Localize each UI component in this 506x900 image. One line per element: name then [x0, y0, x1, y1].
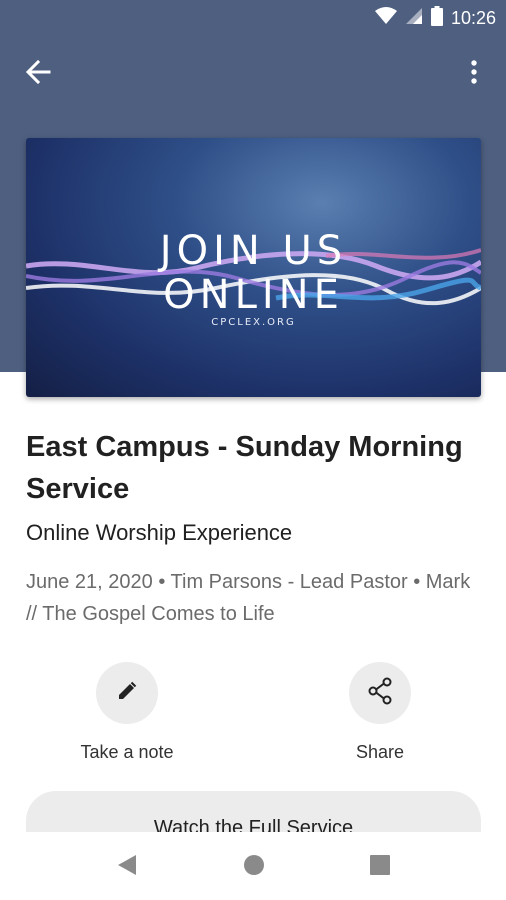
status-time: 10:26 [450, 7, 496, 28]
banner-url: CPCLEX.ORG [211, 317, 296, 328]
status-icons: 10:26 [374, 5, 496, 31]
nav-back-button[interactable] [112, 852, 142, 882]
share-button[interactable] [349, 662, 411, 724]
signal-icon [405, 7, 423, 30]
system-nav-bar [0, 832, 506, 900]
service-title: East Campus - Sunday Morning Service [26, 431, 463, 505]
service-banner-image[interactable]: JOIN US ONLINE CPCLEX.ORG [26, 138, 481, 397]
nav-home-icon [242, 853, 266, 882]
status-bar: 10:26 [0, 0, 506, 36]
more-vert-icon [470, 59, 478, 90]
wifi-icon [374, 6, 397, 30]
take-note-label: Take a note [80, 742, 174, 762]
arrow-back-icon [25, 59, 51, 90]
banner-text-line1: JOIN US [159, 228, 348, 274]
nav-recent-button[interactable] [365, 852, 395, 882]
app-bar [0, 44, 506, 104]
banner-text-line2: ONLINE [163, 272, 344, 318]
nav-home-button[interactable] [239, 852, 269, 882]
share-label: Share [355, 742, 405, 762]
share-icon [367, 677, 393, 710]
service-subtitle: Online Worship Experience [26, 520, 293, 545]
nav-back-icon [116, 853, 138, 882]
back-button[interactable] [18, 54, 58, 94]
battery-icon [430, 5, 443, 31]
take-note-action[interactable]: Take a note [57, 662, 197, 763]
more-options-button[interactable] [454, 54, 494, 94]
share-action[interactable]: Share [310, 662, 450, 763]
service-meta: June 21, 2020 • Tim Parsons - Lead Pasto… [26, 571, 471, 625]
take-note-button[interactable] [96, 662, 158, 724]
nav-recent-icon [369, 854, 391, 881]
pencil-icon [117, 681, 137, 706]
